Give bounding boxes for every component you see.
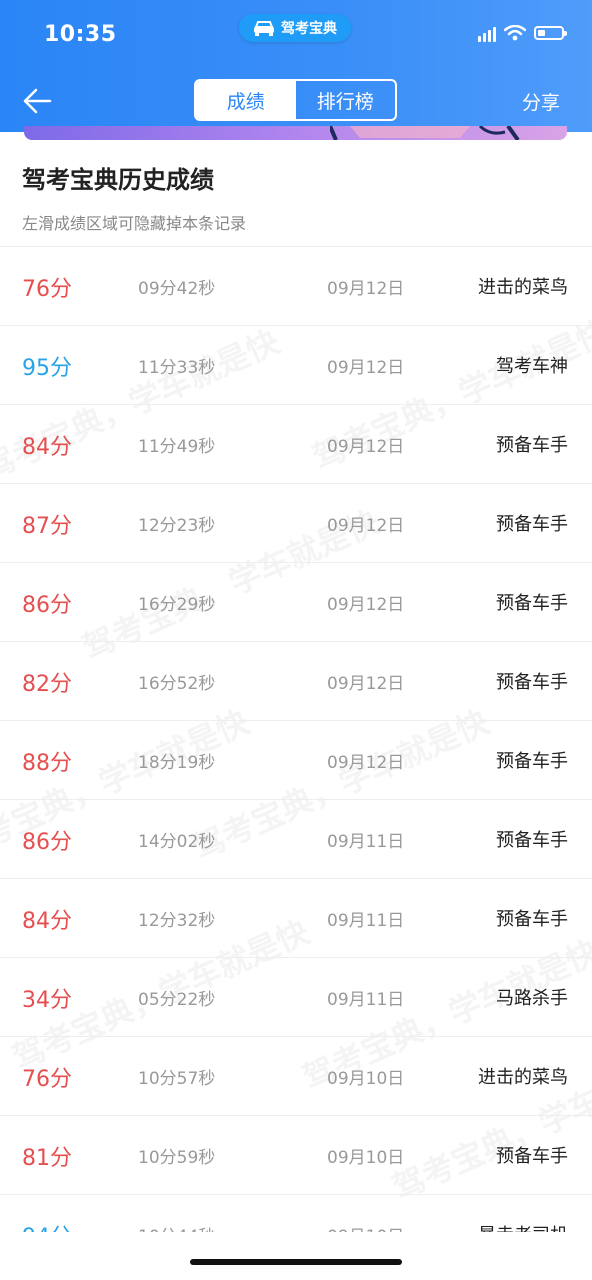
top-header: 10:35 驾考宝典 成绩 排行榜 分享 <box>0 0 592 132</box>
exam-duration: 11分33秒 <box>138 358 216 378</box>
score-value: 86分 <box>22 830 72 855</box>
rank-title: 马路杀手 <box>496 988 568 1009</box>
score-value: 95分 <box>22 356 72 381</box>
exam-date: 09月10日 <box>327 1148 405 1168</box>
exam-date: 09月12日 <box>327 358 405 378</box>
cellular-signal-icon <box>478 24 496 42</box>
score-value: 94分 <box>22 1219 72 1232</box>
score-row[interactable]: 94分 10分44秒 09月10日 暴走老司机 <box>0 1194 592 1232</box>
exam-date: 09月12日 <box>327 674 405 694</box>
banner-illustration <box>330 126 520 140</box>
score-row[interactable]: 86分 16分29秒 09月12日 预备车手 <box>0 562 592 641</box>
tab-switcher: 成绩 排行榜 <box>194 79 397 121</box>
exam-date: 09月10日 <box>327 1222 404 1232</box>
home-indicator[interactable] <box>190 1259 402 1265</box>
score-value: 76分 <box>22 1067 72 1092</box>
rank-title: 进击的菜鸟 <box>478 277 568 298</box>
score-value: 82分 <box>22 672 72 697</box>
battery-icon <box>534 26 567 40</box>
exam-duration: 09分42秒 <box>138 279 216 299</box>
exam-date: 09月12日 <box>327 516 405 536</box>
tab-scores[interactable]: 成绩 <box>196 81 296 119</box>
rank-title: 预备车手 <box>496 435 568 456</box>
rank-title: 预备车手 <box>496 514 568 535</box>
exam-duration: 14分02秒 <box>138 832 216 852</box>
exam-duration: 12分23秒 <box>138 516 216 536</box>
rank-title: 预备车手 <box>496 751 568 772</box>
exam-date: 09月12日 <box>327 437 405 457</box>
share-button[interactable]: 分享 <box>522 88 560 115</box>
exam-date: 09月12日 <box>327 279 405 299</box>
rank-title: 预备车手 <box>496 1146 568 1167</box>
score-value: 88分 <box>22 751 72 776</box>
exam-duration: 10分44秒 <box>138 1222 215 1232</box>
score-row[interactable]: 34分 05分22秒 09月11日 马路杀手 <box>0 957 592 1036</box>
exam-duration: 05分22秒 <box>138 990 216 1010</box>
app-badge[interactable]: 驾考宝典 <box>239 14 351 42</box>
status-bar: 10:35 驾考宝典 <box>0 0 592 72</box>
score-value: 81分 <box>22 1146 72 1171</box>
score-row[interactable]: 95分 11分33秒 09月12日 驾考车神 <box>0 325 592 404</box>
exam-duration: 11分49秒 <box>138 437 216 457</box>
score-row[interactable]: 82分 16分52秒 09月12日 预备车手 <box>0 641 592 720</box>
score-value: 34分 <box>22 988 72 1013</box>
score-value: 76分 <box>22 277 72 302</box>
score-value: 86分 <box>22 593 72 618</box>
exam-duration: 16分52秒 <box>138 674 216 694</box>
exam-duration: 10分59秒 <box>138 1148 216 1168</box>
score-row[interactable]: 84分 12分32秒 09月11日 预备车手 <box>0 878 592 957</box>
status-icons <box>478 24 567 42</box>
exam-date: 09月11日 <box>327 911 405 931</box>
exam-date: 09月11日 <box>327 990 405 1010</box>
exam-date: 09月12日 <box>327 753 405 773</box>
score-list: 76分 09分42秒 09月12日 进击的菜鸟 95分 11分33秒 09月12… <box>0 246 592 1232</box>
rank-title: 驾考车神 <box>496 356 568 377</box>
exam-date: 09月11日 <box>327 832 405 852</box>
exam-duration: 10分57秒 <box>138 1069 216 1089</box>
history-content[interactable]: 驾考宝典，学车就是快 驾考宝典，学车就是快 驾考宝典，学车就是快 驾考宝典，学车… <box>0 140 592 1232</box>
score-row[interactable]: 81分 10分59秒 09月10日 预备车手 <box>0 1115 592 1194</box>
exam-date: 09月10日 <box>327 1069 405 1089</box>
score-row[interactable]: 76分 10分57秒 09月10日 进击的菜鸟 <box>0 1036 592 1115</box>
exam-duration: 12分32秒 <box>138 911 216 931</box>
score-row[interactable]: 76分 09分42秒 09月12日 进击的菜鸟 <box>0 246 592 325</box>
tab-leaderboard[interactable]: 排行榜 <box>296 81 396 119</box>
rank-title: 预备车手 <box>496 672 568 693</box>
page-title: 驾考宝典历史成绩 <box>22 166 214 194</box>
page-subtitle: 左滑成绩区域可隐藏掉本条记录 <box>22 214 247 233</box>
car-icon <box>254 21 274 36</box>
rank-title: 预备车手 <box>496 830 568 851</box>
rank-title: 预备车手 <box>496 909 568 930</box>
rank-title: 进击的菜鸟 <box>478 1067 568 1088</box>
status-time: 10:35 <box>44 22 117 47</box>
rank-title: 预备车手 <box>496 593 568 614</box>
score-value: 84分 <box>22 435 72 460</box>
back-arrow-icon[interactable] <box>22 86 52 116</box>
exam-duration: 18分19秒 <box>138 753 216 773</box>
wifi-icon <box>504 25 526 41</box>
score-value: 84分 <box>22 909 72 934</box>
exam-date: 09月12日 <box>327 595 405 615</box>
exam-duration: 16分29秒 <box>138 595 216 615</box>
app-badge-label: 驾考宝典 <box>281 21 337 37</box>
score-row[interactable]: 86分 14分02秒 09月11日 预备车手 <box>0 799 592 878</box>
score-value: 87分 <box>22 514 72 539</box>
score-row[interactable]: 87分 12分23秒 09月12日 预备车手 <box>0 483 592 562</box>
score-row[interactable]: 88分 18分19秒 09月12日 预备车手 <box>0 720 592 799</box>
rank-title: 暴走老司机 <box>478 1221 568 1232</box>
score-row[interactable]: 84分 11分49秒 09月12日 预备车手 <box>0 404 592 483</box>
